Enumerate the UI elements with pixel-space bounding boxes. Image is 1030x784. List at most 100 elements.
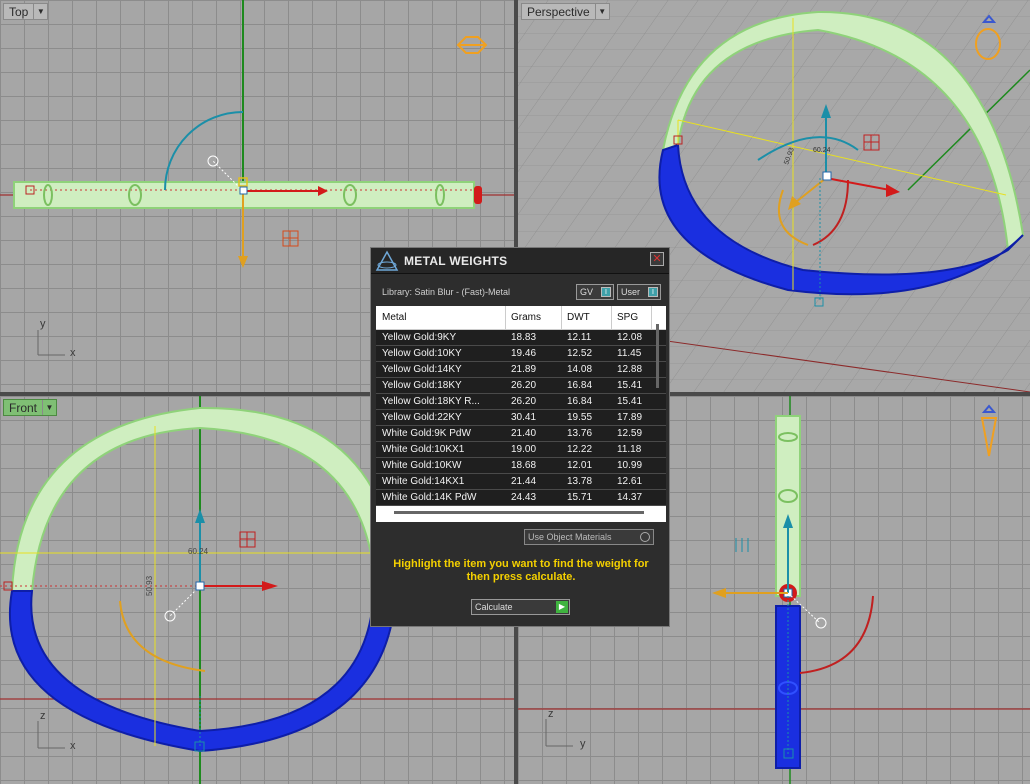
- cell-grams: 21.40: [511, 428, 537, 439]
- top-view-label-text: Top: [9, 4, 29, 19]
- cell-metal: Yellow Gold:14KY: [382, 364, 462, 375]
- col-metal[interactable]: Metal: [376, 306, 506, 330]
- cell-spg: 12.88: [617, 364, 643, 375]
- cell-spg: 11.18: [617, 444, 642, 455]
- panel-title: METAL WEIGHTS: [404, 253, 508, 268]
- user-toggle[interactable]: User I: [617, 284, 661, 300]
- cell-spg: 15.41: [617, 396, 643, 407]
- col-grams[interactable]: Grams: [506, 306, 562, 330]
- panel-title-bar[interactable]: METAL WEIGHTS ✕: [371, 248, 669, 274]
- cell-grams: 26.20: [511, 380, 537, 391]
- col-spg[interactable]: SPG: [612, 306, 652, 330]
- instruction-text: Highlight the item you want to find the …: [393, 558, 649, 583]
- chevron-down-icon[interactable]: ▼: [594, 4, 609, 19]
- cell-spg: 14.37: [617, 492, 643, 503]
- cell-dwt: 13.76: [567, 428, 593, 439]
- table-row[interactable]: White Gold:9K PdW 21.40 13.76 12.59: [376, 426, 666, 442]
- cell-metal: White Gold:14KX1: [382, 476, 465, 487]
- front-dim-width: 60.24: [188, 547, 209, 556]
- table-row[interactable]: Yellow Gold:18KY 26.20 16.84 15.41: [376, 378, 666, 394]
- ring-front-top: [10, 406, 397, 592]
- vertical-scrollbar[interactable]: [656, 324, 659, 388]
- cell-dwt: 13.78: [567, 476, 593, 487]
- axis-x-label: x: [70, 740, 76, 752]
- chevron-down-icon[interactable]: ▼: [42, 400, 56, 415]
- cell-grams: 19.00: [511, 444, 537, 455]
- front-view-label[interactable]: Front ▼: [3, 399, 58, 416]
- perspective-view-label[interactable]: Perspective ▼: [521, 3, 610, 20]
- cell-dwt: 16.84: [567, 396, 593, 407]
- col-dwt[interactable]: DWT: [562, 306, 612, 330]
- calculate-button[interactable]: Calculate ▶: [471, 599, 570, 615]
- table-row[interactable]: Yellow Gold:10KY 19.46 12.52 11.45: [376, 346, 666, 362]
- calculate-label: Calculate: [475, 602, 513, 612]
- metal-weights-panel: METAL WEIGHTS ✕ Library: Satin Blur - (F…: [370, 247, 670, 627]
- cell-grams: 19.46: [511, 348, 537, 359]
- ring-top-icon: [456, 36, 488, 54]
- cell-metal: Yellow Gold:9KY: [382, 332, 457, 343]
- front-dim-height: 50.93: [145, 575, 154, 596]
- close-icon[interactable]: ✕: [650, 252, 664, 266]
- axis-x-label: x: [70, 347, 76, 359]
- cell-spg: 17.89: [617, 412, 643, 423]
- library-label: Library: Satin Blur - (Fast)-Metal: [382, 287, 511, 297]
- table-row[interactable]: White Gold:10KX1 19.00 12.22 11.18: [376, 442, 666, 458]
- library-row: Library: Satin Blur - (Fast)-Metal GV I …: [371, 284, 669, 302]
- table-header: Metal Grams DWT SPG: [376, 306, 666, 330]
- play-icon: ▶: [556, 601, 568, 613]
- use-object-materials-dropdown[interactable]: Use Object Materials: [524, 529, 654, 545]
- cad-application: Top ▼ y x 60.24 50.93 Perspective ▼ 60.2…: [0, 0, 1030, 784]
- cell-spg: 11.45: [617, 348, 642, 359]
- cell-dwt: 12.52: [567, 348, 593, 359]
- cell-dwt: 14.08: [567, 364, 593, 375]
- cell-dwt: 15.71: [567, 492, 593, 503]
- cell-spg: 10.99: [617, 460, 643, 471]
- metal-weights-table[interactable]: Metal Grams DWT SPG Yellow Gold:9KY 18.83…: [376, 306, 666, 522]
- table-row[interactable]: White Gold:14KX1 21.44 13.78 12.61: [376, 474, 666, 490]
- axis-y-label: y: [40, 318, 46, 330]
- axis-z-label: z: [548, 708, 554, 720]
- cell-spg: 12.08: [617, 332, 643, 343]
- ring-right-icon: [980, 404, 998, 457]
- user-toggle-label: User: [621, 287, 641, 297]
- cell-grams: 18.83: [511, 332, 537, 343]
- cell-spg: 12.59: [617, 428, 643, 439]
- cell-metal: White Gold:10KX1: [382, 444, 465, 455]
- cell-metal: White Gold:14K PdW: [382, 492, 477, 503]
- table-row[interactable]: White Gold:14K PdW 24.43 15.71 14.37: [376, 490, 666, 506]
- table-row[interactable]: Yellow Gold:9KY 18.83 12.11 12.08: [376, 330, 666, 346]
- cell-dwt: 12.22: [567, 444, 593, 455]
- cell-spg: 15.41: [617, 380, 643, 391]
- cell-grams: 21.44: [511, 476, 537, 487]
- toggle-knob-icon: I: [648, 287, 658, 297]
- table-row[interactable]: White Gold:10KW 18.68 12.01 10.99: [376, 458, 666, 474]
- chevron-down-icon[interactable]: ▼: [33, 4, 47, 19]
- horizontal-scrollbar[interactable]: [394, 511, 644, 514]
- matrix-logo-icon: [375, 249, 399, 271]
- cell-dwt: 12.01: [567, 460, 593, 471]
- persp-dim-width: 60.24: [813, 147, 831, 154]
- cell-metal: Yellow Gold:22KY: [382, 412, 462, 423]
- table-row[interactable]: Yellow Gold:18KY R... 26.20 16.84 15.41: [376, 394, 666, 410]
- top-view-label[interactable]: Top ▼: [3, 3, 49, 20]
- toggle-knob-icon: I: [601, 287, 611, 297]
- front-view-label-text: Front: [9, 400, 38, 415]
- table-row[interactable]: Yellow Gold:22KY 30.41 19.55 17.89: [376, 410, 666, 426]
- gv-toggle[interactable]: GV I: [576, 284, 614, 300]
- cell-spg: 12.61: [617, 476, 643, 487]
- table-row[interactable]: Yellow Gold:14KY 21.89 14.08 12.88: [376, 362, 666, 378]
- cell-grams: 24.43: [511, 492, 537, 503]
- cell-metal: White Gold:10KW: [382, 460, 462, 471]
- table-body: Yellow Gold:9KY 18.83 12.11 12.08 Yellow Gol…: [376, 330, 666, 506]
- axis-z-label: z: [40, 710, 46, 722]
- cell-metal: Yellow Gold:18KY R...: [382, 396, 480, 407]
- cell-grams: 30.41: [511, 412, 537, 423]
- use-object-materials-label: Use Object Materials: [528, 532, 612, 542]
- cell-metal: Yellow Gold:18KY: [382, 380, 462, 391]
- gv-toggle-label: GV: [580, 287, 594, 297]
- cell-dwt: 19.55: [567, 412, 593, 423]
- perspective-view-label-text: Perspective: [527, 4, 590, 19]
- radio-icon: [640, 532, 650, 542]
- cell-grams: 26.20: [511, 396, 537, 407]
- axis-y-label: y: [580, 738, 586, 750]
